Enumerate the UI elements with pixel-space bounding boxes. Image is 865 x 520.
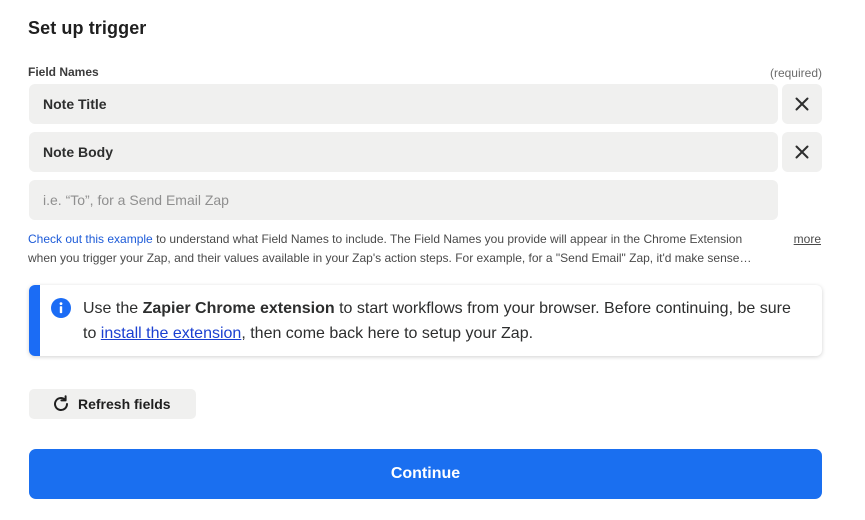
setup-trigger-panel: Set up trigger Field Names (required) Ch…: [0, 0, 865, 520]
field-names-help-text: Check out this example to understand wha…: [28, 230, 768, 268]
info-icon: [51, 298, 71, 318]
field-name-input[interactable]: [29, 84, 778, 124]
new-field-name-input[interactable]: [29, 180, 778, 220]
remove-field-button[interactable]: [782, 84, 822, 124]
remove-field-button[interactable]: [782, 132, 822, 172]
field-names-label: Field Names: [28, 65, 99, 79]
field-name-input[interactable]: [29, 132, 778, 172]
chrome-extension-info-banner: Use the Zapier Chrome extension to start…: [29, 285, 822, 356]
more-link[interactable]: more: [794, 230, 821, 249]
required-indicator: (required): [769, 66, 822, 80]
banner-bold-text: Zapier Chrome extension: [142, 300, 335, 317]
close-icon: [795, 145, 809, 159]
page-title: Set up trigger: [28, 18, 147, 38]
refresh-icon: [54, 395, 68, 411]
refresh-fields-button[interactable]: Refresh fields: [29, 389, 196, 419]
continue-button[interactable]: Continue: [29, 449, 822, 499]
install-extension-link[interactable]: install the extension: [101, 325, 242, 342]
field-row: [29, 132, 822, 172]
example-link[interactable]: Check out this example: [28, 232, 153, 246]
close-icon: [795, 97, 809, 111]
refresh-fields-label: Refresh fields: [78, 396, 171, 412]
field-row: [29, 180, 822, 220]
field-row: [29, 84, 822, 124]
banner-message: Use the Zapier Chrome extension to start…: [83, 300, 791, 342]
banner-accent-bar: [29, 285, 40, 356]
